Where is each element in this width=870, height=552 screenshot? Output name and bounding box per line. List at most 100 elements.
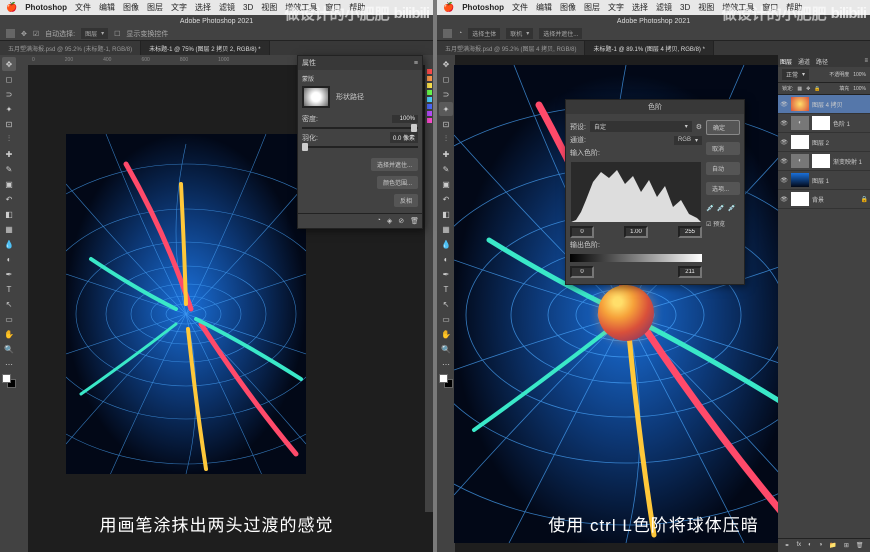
zoom-tool[interactable]: 🔍 <box>439 342 453 356</box>
out-black-input[interactable] <box>570 266 594 278</box>
new-layer-icon[interactable]: ⊞ <box>844 542 849 549</box>
shape-tool[interactable]: ▭ <box>439 312 453 326</box>
mask-apply-icon[interactable]: ◈ <box>387 217 392 225</box>
lock-all-icon[interactable]: 🔒 <box>814 86 820 92</box>
layer-row[interactable]: 👁图层 1 <box>778 171 870 190</box>
target-dropdown[interactable]: 图层▾ <box>81 28 108 39</box>
crop-tool[interactable]: ⊡ <box>439 117 453 131</box>
history-brush-tool[interactable]: ↶ <box>2 192 16 206</box>
panel-menu-icon[interactable]: ≡ <box>864 58 868 64</box>
paths-tab[interactable]: 路径 <box>816 57 828 66</box>
swatch-yellow[interactable] <box>427 83 432 88</box>
select-mask-button[interactable]: 选择并遮住... <box>539 28 582 39</box>
menu-filter[interactable]: 滤镜 <box>219 2 235 13</box>
layer-row[interactable]: 👁◐色阶 1 <box>778 114 870 133</box>
menu-help[interactable]: 帮助 <box>786 2 802 13</box>
menu-edit[interactable]: 编辑 <box>99 2 115 13</box>
fill-value[interactable]: 100% <box>853 86 866 92</box>
lasso-tool[interactable]: ⊃ <box>439 87 453 101</box>
visibility-icon[interactable]: 👁 <box>780 176 788 184</box>
shape-tool[interactable]: ▭ <box>2 312 16 326</box>
fx-icon[interactable]: fx <box>797 542 802 549</box>
menu-select[interactable]: 选择 <box>632 2 648 13</box>
swatch-orange[interactable] <box>427 76 432 81</box>
menu-edit[interactable]: 编辑 <box>536 2 552 13</box>
doc-tab-2[interactable]: 未标题-1 @ 89.1% (图层 4 拷贝, RGB/8) * <box>585 41 713 55</box>
menu-app[interactable]: Photoshop <box>25 3 67 12</box>
eraser-tool[interactable]: ◧ <box>439 207 453 221</box>
black-point-input[interactable] <box>570 226 594 238</box>
layer-row[interactable]: 👁背景🔒 <box>778 190 870 209</box>
eraser-tool[interactable]: ◧ <box>2 207 16 221</box>
zoom-tool[interactable]: 🔍 <box>2 342 16 356</box>
menu-filter[interactable]: 滤镜 <box>656 2 672 13</box>
visibility-icon[interactable]: 👁 <box>780 100 788 108</box>
hand-tool[interactable]: ✋ <box>2 327 16 341</box>
select-and-mask-button[interactable]: 选择并遮住... <box>371 158 418 171</box>
feather-slider[interactable] <box>302 146 418 148</box>
layers-tab[interactable]: 图层 <box>780 57 792 66</box>
cloud-dropdown[interactable]: 联机▾ <box>506 28 533 39</box>
black-eyedropper-icon[interactable]: 💉 <box>706 204 715 212</box>
channel-dropdown[interactable]: RGB▾ <box>674 136 702 145</box>
select-subject-button[interactable]: 选择主体 <box>468 28 500 39</box>
menu-type[interactable]: 文字 <box>608 2 624 13</box>
menu-layer[interactable]: 图层 <box>147 2 163 13</box>
lock-pixels-icon[interactable]: ▦ <box>797 86 802 92</box>
brush-tool[interactable]: ✎ <box>2 162 16 176</box>
stamp-tool[interactable]: ▣ <box>439 177 453 191</box>
menu-window[interactable]: 窗口 <box>325 2 341 13</box>
heal-tool[interactable]: ✚ <box>2 147 16 161</box>
mask-delete-icon[interactable]: 🗑 <box>410 217 419 225</box>
canvas-left[interactable] <box>66 134 306 474</box>
cancel-button[interactable]: 取消 <box>706 142 740 155</box>
menu-type[interactable]: 文字 <box>171 2 187 13</box>
mask-add-icon[interactable]: ◐ <box>808 542 812 549</box>
swatch-green[interactable] <box>427 90 432 95</box>
group-icon[interactable]: 📁 <box>829 542 836 549</box>
menu-file[interactable]: 文件 <box>512 2 528 13</box>
menu-app[interactable]: Photoshop <box>462 3 504 12</box>
move-tool[interactable]: ✥ <box>2 57 16 71</box>
swatch-pink[interactable] <box>427 118 432 123</box>
layer-row[interactable]: 👁图层 2 <box>778 133 870 152</box>
delete-icon[interactable]: 🗑 <box>856 542 864 549</box>
color-chips[interactable] <box>2 374 16 388</box>
dodge-tool[interactable]: ◐ <box>439 252 453 266</box>
swatch-red[interactable] <box>427 69 432 74</box>
blur-tool[interactable]: 💧 <box>2 237 16 251</box>
quick-select-tool[interactable]: ✦ <box>439 102 453 116</box>
dodge-tool[interactable]: ◐ <box>2 252 16 266</box>
mask-thumb[interactable] <box>302 86 330 108</box>
layer-row[interactable]: 👁◐渐变映射 1 <box>778 152 870 171</box>
channels-tab[interactable]: 通道 <box>798 57 810 66</box>
menu-image[interactable]: 图像 <box>560 2 576 13</box>
white-point-input[interactable] <box>678 226 702 238</box>
menu-image[interactable]: 图像 <box>123 2 139 13</box>
menu-layer[interactable]: 图层 <box>584 2 600 13</box>
menu-3d[interactable]: 3D <box>243 3 253 12</box>
apple-icon[interactable]: 🍎 <box>6 2 17 13</box>
stamp-tool[interactable]: ▣ <box>2 177 16 191</box>
menu-file[interactable]: 文件 <box>75 2 91 13</box>
auto-select-checkbox[interactable]: ☑ <box>33 30 39 38</box>
hand-tool[interactable]: ✋ <box>439 327 453 341</box>
type-tool[interactable]: T <box>2 282 16 296</box>
home-icon[interactable] <box>6 29 15 38</box>
gradient-tool[interactable]: ▦ <box>2 222 16 236</box>
doc-tab-1[interactable]: 五月塑满海报.psd @ 95.2% (图层 4 拷贝, RGB/8) <box>437 41 585 55</box>
adjustment-icon[interactable]: ◑ <box>819 542 823 549</box>
menu-view[interactable]: 视图 <box>698 2 714 13</box>
layer-row[interactable]: 👁图层 4 拷贝 <box>778 95 870 114</box>
wand-tool[interactable]: ✦ <box>2 102 16 116</box>
menu-plugins[interactable]: 增效工具 <box>722 2 754 13</box>
feather-value[interactable]: 0.0 像素 <box>390 132 418 143</box>
options-button[interactable]: 选项... <box>706 182 740 195</box>
ok-button[interactable]: 确定 <box>706 120 740 135</box>
white-eyedropper-icon[interactable]: 💉 <box>727 204 736 212</box>
home-icon[interactable] <box>443 29 452 38</box>
menu-3d[interactable]: 3D <box>680 3 690 12</box>
menu-view[interactable]: 视图 <box>261 2 277 13</box>
eyedropper-tool[interactable]: ⫶ <box>2 132 16 146</box>
output-gradient[interactable] <box>570 254 702 262</box>
